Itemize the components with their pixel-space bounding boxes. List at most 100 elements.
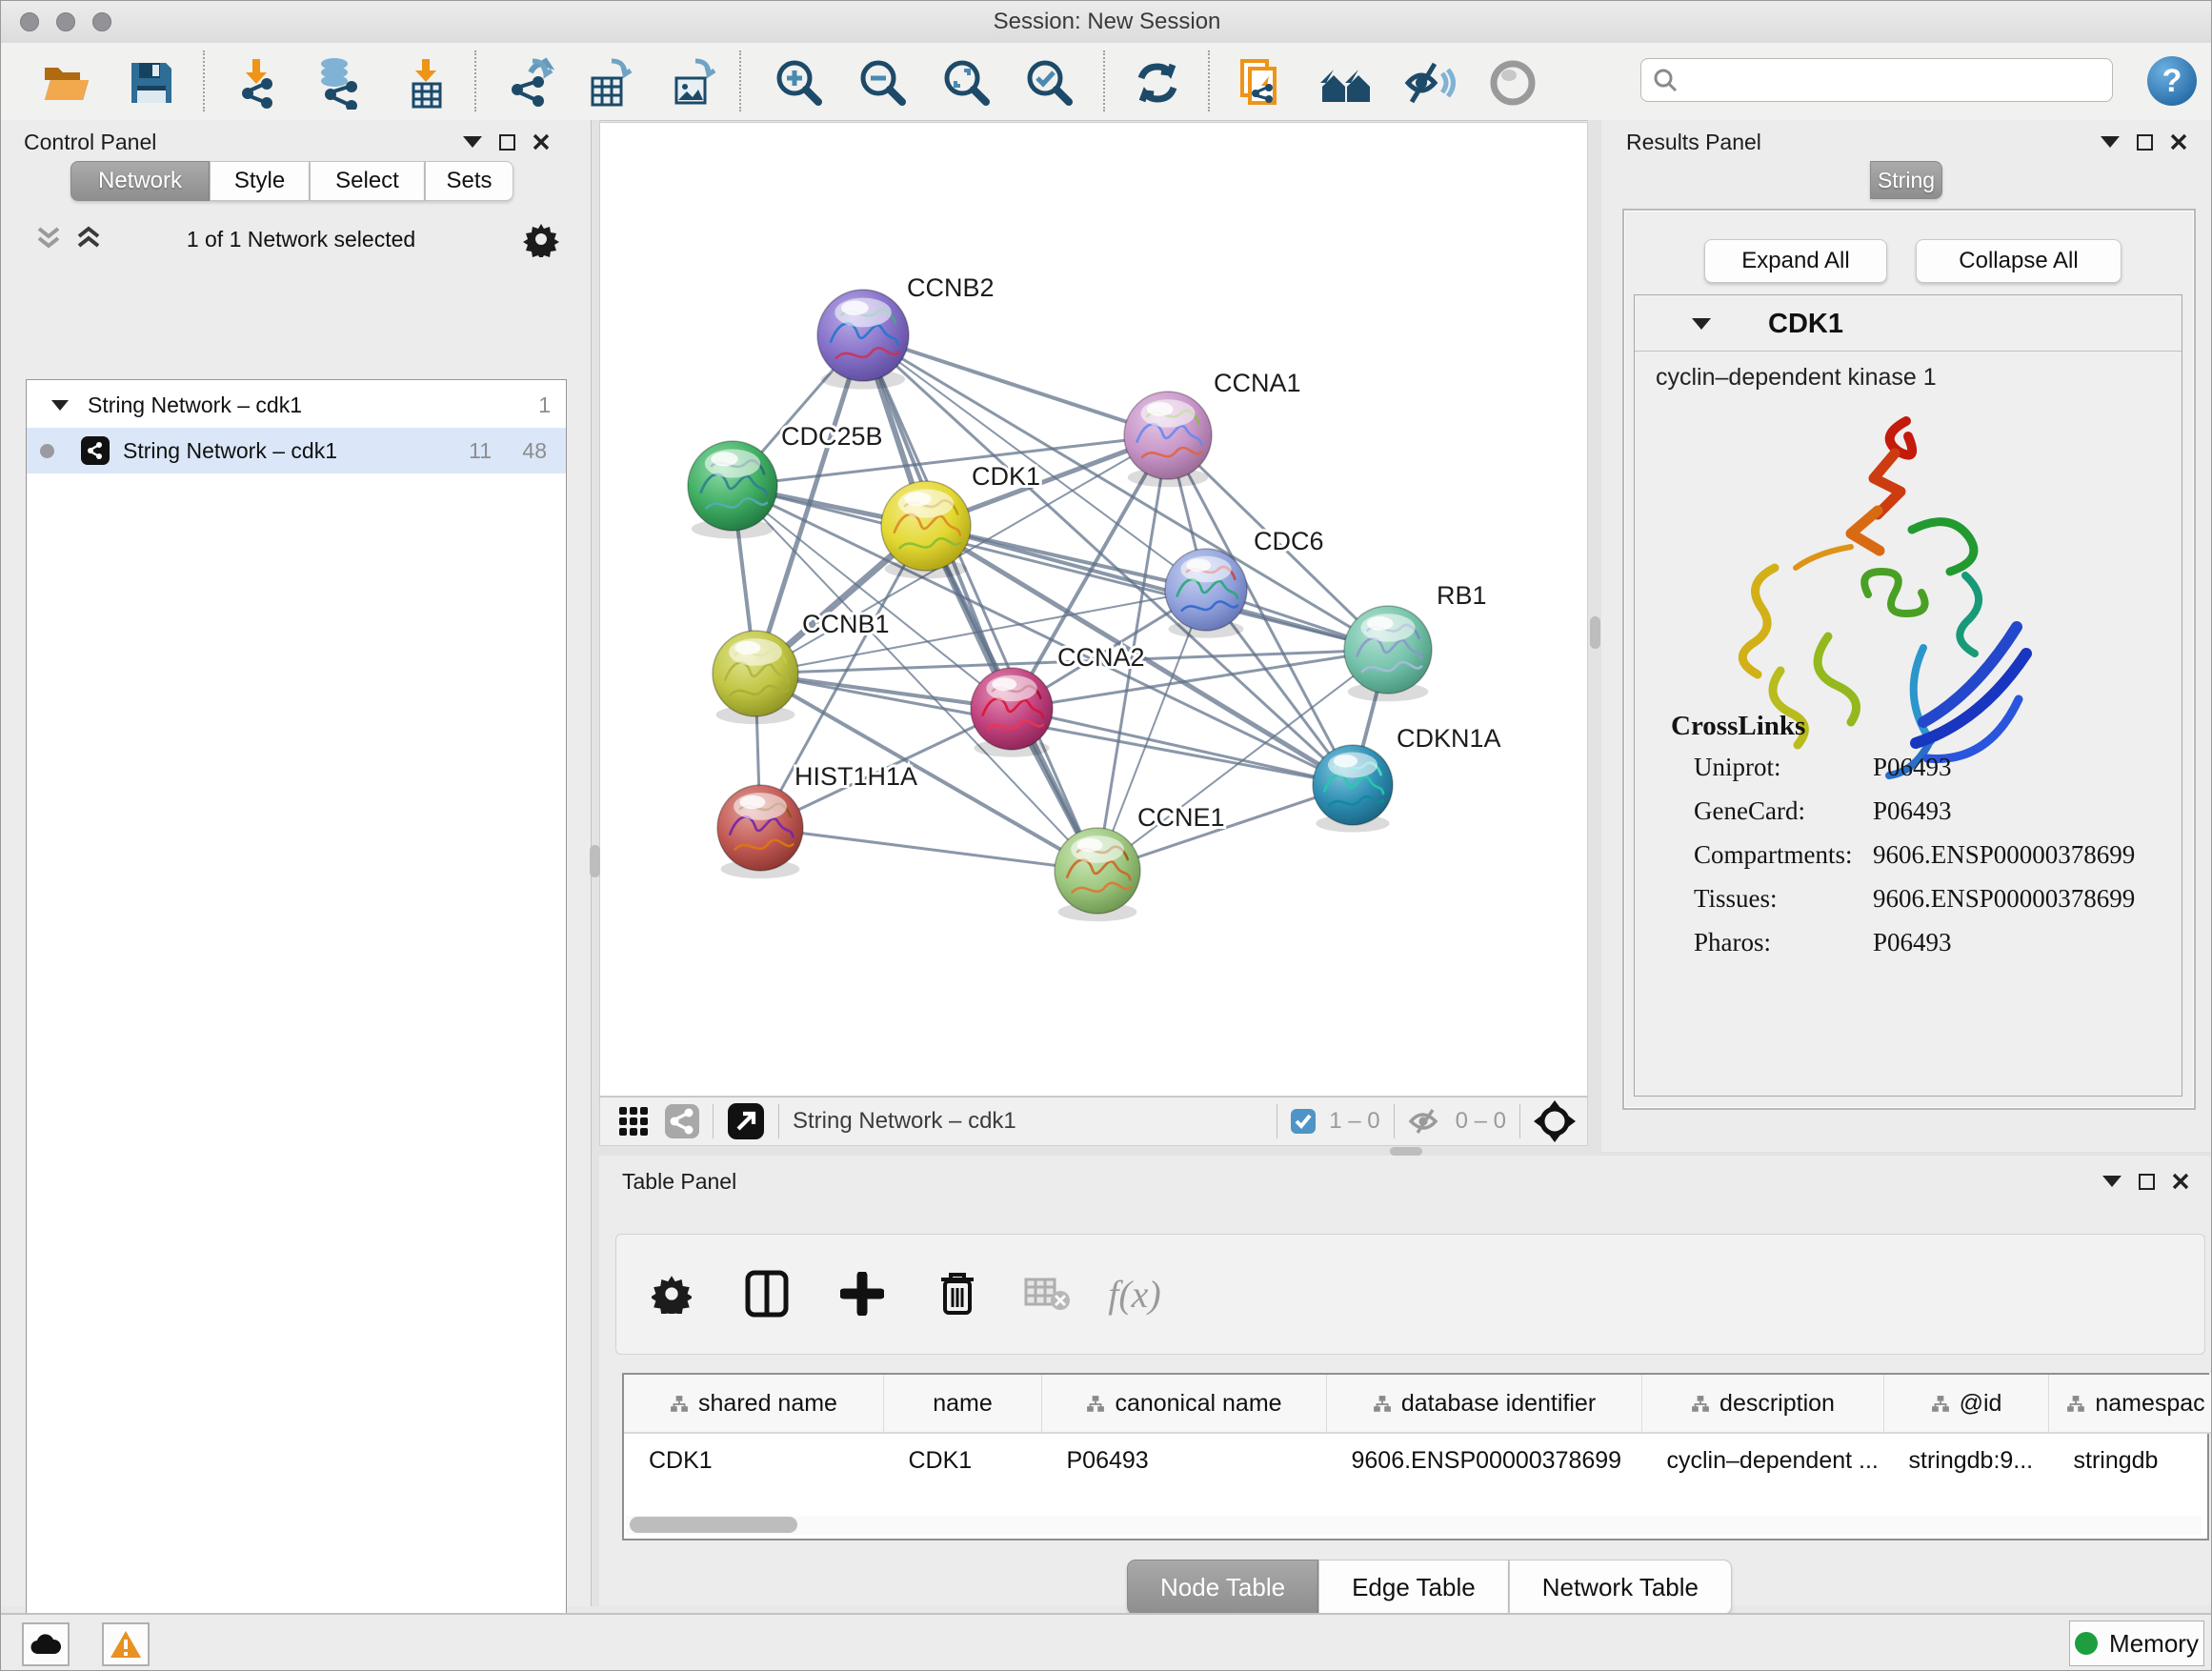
network-node-RB1[interactable]: RB1 [1344,581,1487,701]
tab-node-table[interactable]: Node Table [1127,1560,1318,1615]
create-column-plus-icon[interactable] [832,1263,893,1324]
zoom-out-icon[interactable] [856,56,910,110]
network-node-CCNA1[interactable]: CCNA1 [1124,369,1301,487]
tab-network-table[interactable]: Network Table [1509,1560,1732,1615]
export-image-icon[interactable] [666,56,719,110]
import-table-icon[interactable] [399,56,452,110]
network-node-CDKN1A[interactable]: CDKN1A [1313,724,1501,833]
column-header-description[interactable]: description [1642,1375,1884,1433]
toolbar-separator [203,50,205,111]
column-header--id[interactable]: @id [1884,1375,2049,1433]
refresh-icon[interactable] [1131,56,1184,110]
horizontal-splitter-handle[interactable] [1390,1147,1422,1156]
table-cell[interactable]: P06493 [1042,1433,1327,1487]
zoom-fit-icon[interactable] [940,56,994,110]
zoom-selected-icon[interactable] [1023,56,1076,110]
string-share-icon[interactable] [665,1104,699,1138]
expand-all-button[interactable]: Expand All [1704,239,1887,283]
help-button[interactable]: ? [2147,56,2197,106]
search-input[interactable] [1685,67,2112,93]
table-cell[interactable]: CDK1 [624,1433,884,1487]
column-header-database-identifier[interactable]: database identifier [1327,1375,1642,1433]
memory-button[interactable]: Memory [2069,1621,2204,1666]
network-node-HIST1H1A[interactable]: HIST1H1A [717,762,917,878]
table-panel-maximize-icon[interactable] [2139,1174,2155,1190]
crosslink-pharos-link[interactable]: P06493 [1873,928,1952,957]
table-settings-gear-icon[interactable] [641,1263,702,1324]
birdseye-grid-icon[interactable] [617,1105,650,1137]
table-cell[interactable]: 9606.ENSP00000378699 [1327,1433,1642,1487]
show-columns-icon[interactable] [736,1263,797,1324]
tab-edge-table[interactable]: Edge Table [1318,1560,1509,1615]
protein-collapse-icon[interactable] [1692,318,1711,330]
control-panel-close-icon[interactable] [533,133,550,151]
table-cell[interactable]: stringdb [2049,1433,2212,1487]
import-network-from-database-icon[interactable] [312,56,365,110]
tab-network[interactable]: Network [70,161,210,201]
column-header-shared-name[interactable]: shared name [624,1375,884,1433]
hide-unhide-icon[interactable] [1402,56,1456,110]
export-table-icon[interactable] [582,56,635,110]
network-selection-status: 1 of 1 Network selected [115,227,487,252]
scrollbar-thumb[interactable] [630,1517,797,1533]
crosslink-tissues-link[interactable]: 9606.ENSP00000378699 [1873,884,2135,914]
collapse-all-chevron-icon[interactable] [35,225,68,255]
delete-column-trash-icon[interactable] [927,1263,988,1324]
results-panel-maximize-icon[interactable] [2137,134,2153,151]
open-in-window-icon[interactable] [727,1102,765,1140]
warnings-button[interactable] [102,1622,150,1666]
table-panel-close-icon[interactable] [2172,1173,2189,1190]
import-network-icon[interactable] [230,56,283,110]
application-window: Session: New Session [0,0,2212,1671]
right-splitter-handle[interactable] [1590,616,1600,649]
table-panel-float-icon[interactable] [2102,1176,2122,1187]
network-node-CCNE1[interactable]: CCNE1 [1055,803,1225,921]
network-from-clipboard-icon[interactable] [1234,56,1287,110]
table-row[interactable]: CDK1CDK1P064939606.ENSP00000378699cyclin… [624,1433,2212,1487]
network-options-gear-icon[interactable] [523,221,559,257]
tab-style[interactable]: Style [210,161,310,201]
open-session-icon[interactable] [39,56,92,110]
network-edge[interactable] [1012,709,1353,785]
collection-expand-icon[interactable] [51,400,69,411]
table-cell[interactable]: stringdb:9... [1884,1433,2049,1487]
left-splitter-handle[interactable] [590,845,600,877]
network-collection-row[interactable]: String Network – cdk1 1 [27,382,566,428]
collapse-all-button[interactable]: Collapse All [1916,239,2122,283]
crosslink-uniprot-link[interactable]: P06493 [1873,753,1952,782]
results-panel-close-icon[interactable] [2170,133,2187,151]
column-header-namespac[interactable]: namespac [2049,1375,2212,1433]
results-panel-float-icon[interactable] [2101,136,2120,148]
network-graph[interactable]: CCNB2CCNA1CDC25BCDK1CDC6RB1CCNB1CCNA2CDK… [600,123,1589,1097]
table-cell[interactable]: cyclin–dependent ... [1642,1433,1884,1487]
tab-sets[interactable]: Sets [425,161,513,201]
column-header-canonical-name[interactable]: canonical name [1042,1375,1327,1433]
control-panel-float-icon[interactable] [463,136,482,148]
function-builder-icon[interactable]: f(x) [1104,1263,1165,1324]
network-node-CCNB2[interactable]: CCNB2 [817,273,995,390]
fit-selected-crosshair-icon[interactable] [1534,1100,1576,1142]
table-cell[interactable]: CDK1 [884,1433,1042,1487]
search-field[interactable] [1640,58,2113,102]
tab-string[interactable]: String [1870,161,1942,199]
table-horizontal-scrollbar[interactable] [626,1516,2202,1535]
column-header-name[interactable]: name [884,1375,1042,1433]
zoom-in-icon[interactable] [773,56,826,110]
selected-checkbox-icon[interactable] [1291,1109,1316,1134]
export-network-icon[interactable] [503,56,556,110]
home-networks-icon[interactable] [1320,56,1374,110]
network-view-canvas[interactable]: CCNB2CCNA1CDC25BCDK1CDC6RB1CCNB1CCNA2CDK… [599,122,1588,1097]
network-edge[interactable] [863,335,1168,435]
cloud-status-button[interactable] [22,1622,70,1666]
crosslink-compartments-link[interactable]: 9606.ENSP00000378699 [1873,840,2135,870]
network-edge[interactable] [760,828,1097,871]
tab-select[interactable]: Select [310,161,425,201]
control-panel-maximize-icon[interactable] [499,134,515,151]
delete-table-icon[interactable] [1016,1263,1077,1324]
eye-sphere-icon[interactable] [1486,56,1539,110]
network-node-CCNB1[interactable]: CCNB1 [713,610,890,724]
save-session-icon[interactable] [125,56,178,110]
crosslink-genecard-link[interactable]: P06493 [1873,796,1952,826]
expand-all-chevron-icon[interactable] [75,225,108,255]
network-row-selected[interactable]: String Network – cdk1 11 48 [27,428,566,473]
